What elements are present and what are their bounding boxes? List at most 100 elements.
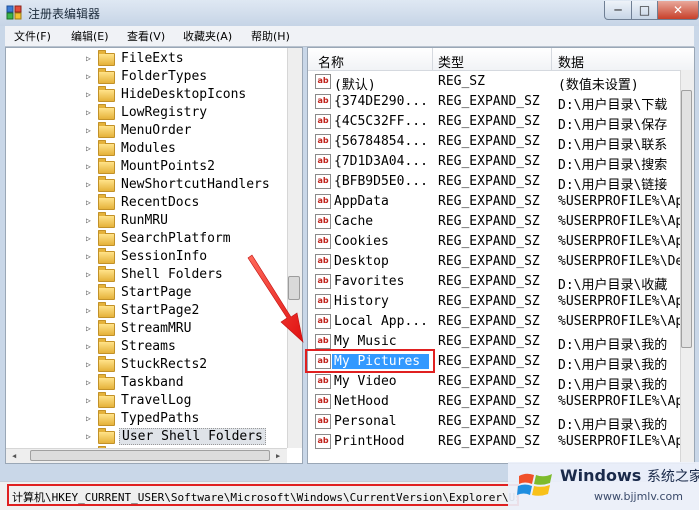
value-row[interactable]: ab {7D1D3A04... REG_EXPAND_SZ D:\用户目录\搜索	[308, 152, 680, 173]
expand-arrow-icon[interactable]: ▷	[86, 288, 94, 297]
tree-vertical-scroll-thumb[interactable]	[288, 276, 300, 300]
value-data: D:\用户目录\收藏	[558, 278, 668, 293]
expand-arrow-icon[interactable]: ▷	[86, 162, 94, 171]
tree-item[interactable]: ▷ StreamMRU	[86, 320, 292, 338]
value-row[interactable]: ab {4C5C32FF... REG_EXPAND_SZ D:\用户目录\保存	[308, 112, 680, 133]
value-row[interactable]: abPrintHood REG_EXPAND_SZ %USERPROFILE%\Ap…	[308, 432, 680, 452]
column-name[interactable]: 名称	[318, 52, 344, 71]
tree-item[interactable]: ▷ Modules	[86, 140, 292, 158]
maximize-button[interactable]: □	[631, 1, 658, 20]
tree-item[interactable]: ▷ TypedPaths	[86, 410, 292, 428]
value-row[interactable]: ab Local App... REG_EXPAND_SZ %USERPROFILE%…	[308, 312, 680, 332]
tree-item[interactable]: ▷ User Shell Folders	[86, 428, 292, 446]
expand-arrow-icon[interactable]: ▷	[86, 90, 94, 99]
menu-help[interactable]: 帮助(H)	[251, 28, 290, 44]
expand-arrow-icon[interactable]: ▷	[86, 306, 94, 315]
tree-item-label: FileExts	[121, 51, 184, 66]
folder-icon	[98, 104, 115, 120]
tree-item[interactable]: ▷ MountPoints2	[86, 158, 292, 176]
value-row[interactable]: ab My Video REG_EXPAND_SZ D:\用户目录\我的	[308, 372, 680, 393]
folder-icon	[98, 194, 115, 210]
expand-arrow-icon[interactable]: ▷	[86, 378, 94, 387]
value-row[interactable]: ab {374DE290... REG_EXPAND_SZ D:\用户目录\下载	[308, 92, 680, 113]
column-data[interactable]: 数据	[558, 52, 584, 71]
menu-bar: 文件(F) 编辑(E) 查看(V) 收藏夹(A) 帮助(H)	[5, 26, 694, 47]
tree-item[interactable]: ▷ FolderTypes	[86, 68, 292, 86]
tree-item[interactable]: ▷ StuckRects2	[86, 356, 292, 374]
tree-item[interactable]: ▷ Taskband	[86, 374, 292, 392]
value-row[interactable]: abCookies REG_EXPAND_SZ %USERPROFILE%\AppD…	[308, 232, 680, 252]
values-vertical-scroll-thumb[interactable]	[681, 90, 692, 348]
tree-item[interactable]: ▷ StartPage2	[86, 302, 292, 320]
menu-edit[interactable]: 编辑(E)	[71, 28, 109, 44]
tree-item[interactable]: ▷ NewShortcutHandlers	[86, 176, 292, 194]
menu-favorites[interactable]: 收藏夹(A)	[183, 28, 232, 44]
tree-item[interactable]: ▷ RecentDocs	[86, 194, 292, 212]
expand-arrow-icon[interactable]: ▷	[86, 180, 94, 189]
value-row[interactable]: abHistory REG_EXPAND_SZ %USERPROFILE%\AppD…	[308, 292, 680, 312]
expand-arrow-icon[interactable]: ▷	[86, 234, 94, 243]
value-row[interactable]: ab Favorites REG_EXPAND_SZ D:\用户目录\收藏	[308, 272, 680, 293]
tree-item[interactable]: ▷ StartPage	[86, 284, 292, 302]
value-row[interactable]: ab Personal REG_EXPAND_SZ D:\用户目录\我的	[308, 412, 680, 433]
tree-horizontal-scroll-thumb[interactable]	[30, 450, 270, 461]
title-bar[interactable]: 注册表编辑器 ─ □ ✕	[0, 0, 699, 26]
folder-icon	[98, 230, 115, 246]
tree-item[interactable]: ▷ TravelLog	[86, 392, 292, 410]
value-type: REG_EXPAND_SZ	[438, 254, 540, 269]
value-row[interactable]: abAppData REG_EXPAND_SZ %USERPROFILE%\AppD…	[308, 192, 680, 212]
tree-item-label: Modules	[121, 141, 176, 156]
value-row[interactable]: abCache REG_EXPAND_SZ %USERPROFILE%\AppDat…	[308, 212, 680, 232]
tree-item[interactable]: ▷ HideDesktopIcons	[86, 86, 292, 104]
value-row[interactable]: abNetHood REG_EXPAND_SZ %USERPROFILE%\AppD…	[308, 392, 680, 412]
tree-item[interactable]: ▷ SearchPlatform	[86, 230, 292, 248]
expand-arrow-icon[interactable]: ▷	[86, 414, 94, 423]
minimize-button[interactable]: ─	[604, 1, 632, 20]
expand-arrow-icon[interactable]: ▷	[86, 324, 94, 333]
value-type: REG_EXPAND_SZ	[438, 274, 540, 289]
tree-item[interactable]: ▷ Shell Folders	[86, 266, 292, 284]
expand-arrow-icon[interactable]: ▷	[86, 54, 94, 63]
menu-file[interactable]: 文件(F)	[14, 28, 51, 44]
string-value-icon: ab	[315, 134, 331, 149]
tree-item-label: RunMRU	[121, 213, 168, 228]
expand-arrow-icon[interactable]: ▷	[86, 216, 94, 225]
expand-arrow-icon[interactable]: ▷	[86, 198, 94, 207]
column-type[interactable]: 类型	[438, 52, 464, 71]
tree-vertical-scrollbar[interactable]	[287, 48, 302, 448]
tree-item[interactable]: ▷ FileExts	[86, 50, 292, 68]
expand-arrow-icon[interactable]: ▷	[86, 396, 94, 405]
expand-arrow-icon[interactable]: ▷	[86, 360, 94, 369]
expand-arrow-icon[interactable]: ▷	[86, 72, 94, 81]
menu-view[interactable]: 查看(V)	[127, 28, 165, 44]
key-tree-pane[interactable]: ▷ FileExts ▷ FolderTypes ▷ HideDesktopIcons ▷ L…	[5, 47, 303, 464]
value-data: D:\用户目录\搜索	[558, 158, 668, 173]
expand-arrow-icon[interactable]: ▷	[86, 126, 94, 135]
string-value-icon: ab	[315, 194, 331, 209]
expand-arrow-icon[interactable]: ▷	[86, 270, 94, 279]
tree-item-label: NewShortcutHandlers	[121, 177, 270, 192]
value-name: My Music	[334, 334, 397, 349]
expand-arrow-icon[interactable]: ▷	[86, 144, 94, 153]
tree-item[interactable]: ▷ SessionInfo	[86, 248, 292, 266]
value-list: ab (默认) REG_SZ (数值未设置) ab {374DE290... REG_EXP…	[308, 72, 680, 452]
value-data: %USERPROFILE%\AppData	[558, 434, 680, 449]
folder-icon	[98, 68, 115, 84]
tree-item-label: Taskband	[121, 375, 184, 390]
scroll-left-icon[interactable]: ◀	[12, 452, 16, 460]
tree-item[interactable]: ▷ Streams	[86, 338, 292, 356]
value-row[interactable]: ab (默认) REG_SZ (数值未设置)	[308, 72, 680, 93]
tree-item[interactable]: ▷ RunMRU	[86, 212, 292, 230]
close-button[interactable]: ✕	[657, 1, 699, 20]
expand-arrow-icon[interactable]: ▷	[86, 252, 94, 261]
tree-item[interactable]: ▷ LowRegistry	[86, 104, 292, 122]
value-row[interactable]: ab {BFB9D5E0... REG_EXPAND_SZ D:\用户目录\链接	[308, 172, 680, 193]
expand-arrow-icon[interactable]: ▷	[86, 108, 94, 117]
values-pane[interactable]: 名称 类型 数据 ab (默认) REG_SZ (数值未设置) ab {374DE290.…	[307, 47, 695, 464]
scroll-right-icon[interactable]: ▶	[276, 452, 280, 460]
tree-item[interactable]: ▷ MenuOrder	[86, 122, 292, 140]
value-row[interactable]: ab {56784854... REG_EXPAND_SZ D:\用户目录\联系	[308, 132, 680, 153]
expand-arrow-icon[interactable]: ▷	[86, 432, 94, 441]
value-row[interactable]: abDesktop REG_EXPAND_SZ %USERPROFILE%\Desk…	[308, 252, 680, 272]
expand-arrow-icon[interactable]: ▷	[86, 342, 94, 351]
